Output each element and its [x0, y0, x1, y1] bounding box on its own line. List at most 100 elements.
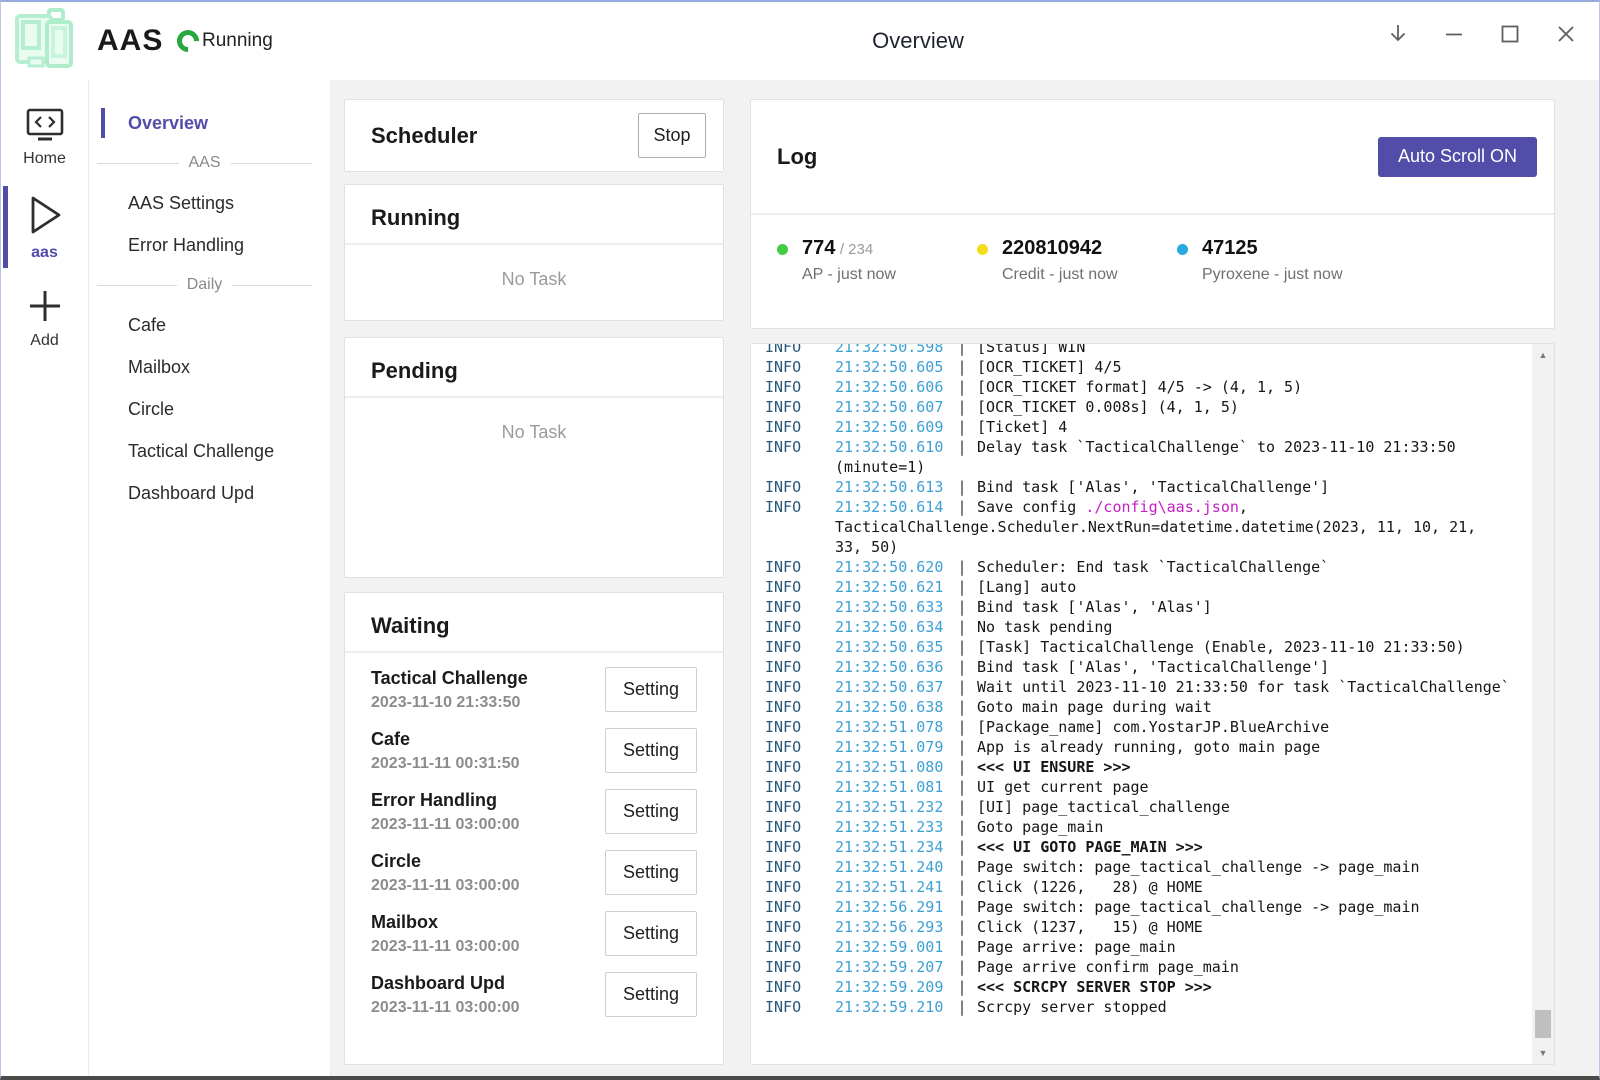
window-controls	[1379, 16, 1585, 52]
credit-dot-icon	[977, 244, 988, 255]
task-setting-button[interactable]: Setting	[605, 667, 697, 712]
log-line: INFO21:32:50.606|[OCR_TICKET format] 4/5…	[765, 377, 1554, 397]
waiting-task-row: Tactical Challenge2023-11-10 21:33:50Set…	[371, 659, 697, 720]
log-panel: Log Auto Scroll ON 774 / 234 AP - just n…	[750, 99, 1555, 329]
rail-item-label: aas	[31, 244, 58, 262]
log-line: INFO21:32:51.241|Click (1226, 28) @ HOME	[765, 877, 1554, 897]
task-setting-button[interactable]: Setting	[605, 850, 697, 895]
nav-item-aas-settings[interactable]: AAS Settings	[89, 182, 330, 224]
log-line-continuation: 33, 50)	[765, 537, 1554, 557]
log-line: INFO21:32:51.240|Page switch: page_tacti…	[765, 857, 1554, 877]
log-line: INFO21:32:50.609|[Ticket] 4	[765, 417, 1554, 437]
waiting-task-row: Circle2023-11-11 03:00:00Setting	[371, 842, 697, 903]
nav-item-dashboard-upd[interactable]: Dashboard Upd	[89, 472, 330, 514]
task-next-run: 2023-11-10 21:33:50	[371, 694, 528, 712]
log-line: INFO21:32:51.232|[UI] page_tactical_chal…	[765, 797, 1554, 817]
rail-item-add[interactable]: Add	[1, 276, 88, 364]
task-name: Dashboard Upd	[371, 973, 520, 994]
log-line-continuation: TacticalChallenge.Scheduler.NextRun=date…	[765, 517, 1554, 537]
task-name: Cafe	[371, 729, 520, 750]
task-next-run: 2023-11-11 03:00:00	[371, 938, 520, 956]
nav-section-daily: Daily	[89, 266, 330, 304]
log-line: INFO21:32:50.614|Save config ./config\aa…	[765, 497, 1554, 517]
nav-item-overview[interactable]: Overview	[89, 102, 330, 144]
log-line: INFO21:32:51.234|<<< UI GOTO PAGE_MAIN >…	[765, 837, 1554, 857]
scheduler-title: Scheduler	[371, 123, 477, 149]
nav-item-mailbox[interactable]: Mailbox	[89, 346, 330, 388]
scrollbar-thumb[interactable]	[1535, 1010, 1551, 1038]
task-setting-button[interactable]: Setting	[605, 972, 697, 1017]
scroll-down-icon[interactable]: ▼	[1532, 1042, 1554, 1064]
log-line: INFO21:32:50.598|[Status] WIN	[765, 343, 1554, 357]
nav-section-aas: AAS	[89, 144, 330, 182]
scheduler-panel: Scheduler Stop	[344, 99, 724, 172]
log-line: INFO21:32:51.080|<<< UI ENSURE >>>	[765, 757, 1554, 777]
stat-pyroxene: 47125 Pyroxene - just now	[1177, 237, 1377, 284]
log-line: INFO21:32:51.081|UI get current page	[765, 777, 1554, 797]
running-panel: Running No Task	[344, 184, 724, 321]
task-name: Circle	[371, 851, 520, 872]
waiting-task-list: Tactical Challenge2023-11-10 21:33:50Set…	[345, 653, 723, 1025]
log-line: INFO21:32:50.637|Wait until 2023-11-10 2…	[765, 677, 1554, 697]
running-spinner-icon	[172, 25, 203, 56]
resource-stats: 774 / 234 AP - just now 220810942 Credit…	[751, 215, 1554, 284]
play-icon	[23, 192, 67, 238]
scroll-up-icon[interactable]: ▲	[1532, 344, 1554, 366]
log-console[interactable]: INFO21:32:50.598|[Status] WININFO21:32:5…	[750, 343, 1555, 1065]
task-setting-button[interactable]: Setting	[605, 789, 697, 834]
log-line: INFO21:32:51.078|[Package_name] com.Yost…	[765, 717, 1554, 737]
log-line-continuation: (minute=1)	[765, 457, 1554, 477]
waiting-task-row: Cafe 2023-11-11 00:31:50 Setting	[371, 720, 697, 781]
log-line: INFO21:32:51.079|App is already running,…	[765, 737, 1554, 757]
log-line: INFO21:32:56.291|Page switch: page_tacti…	[765, 897, 1554, 917]
log-line: INFO21:32:50.613|Bind task ['Alas', 'Tac…	[765, 477, 1554, 497]
log-line: INFO21:32:50.634|No task pending	[765, 617, 1554, 637]
log-line: INFO21:32:50.605|[OCR_TICKET] 4/5	[765, 357, 1554, 377]
stat-ap: 774 / 234 AP - just now	[777, 237, 977, 284]
nav-item-error-handling[interactable]: Error Handling	[89, 224, 330, 266]
stop-button[interactable]: Stop	[638, 113, 706, 158]
log-line: INFO21:32:56.293|Click (1237, 15) @ HOME	[765, 917, 1554, 937]
task-next-run: 2023-11-11 03:00:00	[371, 816, 520, 834]
ap-dot-icon	[777, 244, 788, 255]
minimize-button[interactable]	[1435, 16, 1473, 52]
plus-icon	[25, 286, 65, 326]
waiting-task-row: Error Handling 2023-11-11 03:00:00 Setting	[371, 781, 697, 842]
titlebar: AAS Running Overview	[1, 2, 1599, 80]
download-icon[interactable]	[1379, 16, 1417, 52]
log-line: INFO21:32:50.620|Scheduler: End task `Ta…	[765, 557, 1554, 577]
close-button[interactable]	[1547, 16, 1585, 52]
maximize-button[interactable]	[1491, 16, 1529, 52]
waiting-task-row: Mailbox2023-11-11 03:00:00Setting	[371, 903, 697, 964]
log-line: INFO21:32:50.610|Delay task `TacticalCha…	[765, 437, 1554, 457]
nav-item-circle[interactable]: Circle	[89, 388, 330, 430]
rail-item-home[interactable]: Home	[1, 96, 88, 182]
stat-credit: 220810942 Credit - just now	[977, 237, 1177, 284]
task-setting-button[interactable]: Setting	[605, 911, 697, 956]
nav-item-cafe[interactable]: Cafe	[89, 304, 330, 346]
log-title: Log	[777, 144, 817, 170]
log-line: INFO21:32:50.633|Bind task ['Alas', 'Ala…	[765, 597, 1554, 617]
app-name: AAS	[97, 24, 163, 58]
auto-scroll-button[interactable]: Auto Scroll ON	[1378, 137, 1537, 177]
nav-item-tactical-challenge[interactable]: Tactical Challenge	[89, 430, 330, 472]
log-scrollbar[interactable]: ▲ ▼	[1532, 344, 1554, 1064]
waiting-task-row: Dashboard Upd 2023-11-11 03:00:00 Setting	[371, 964, 697, 1025]
rail-item-label: Add	[30, 332, 58, 350]
log-lines: INFO21:32:50.598|[Status] WININFO21:32:5…	[751, 343, 1554, 1017]
waiting-title: Waiting	[345, 593, 723, 651]
pending-empty-text: No Task	[345, 398, 723, 443]
log-line: INFO21:32:50.636|Bind task ['Alas', 'Tac…	[765, 657, 1554, 677]
pending-panel: Pending No Task	[344, 337, 724, 578]
pyroxene-dot-icon	[1177, 244, 1188, 255]
log-line: INFO21:32:50.638|Goto main page during w…	[765, 697, 1554, 717]
nav-list: OverviewAASAAS SettingsError HandlingDai…	[89, 80, 331, 1076]
task-next-run: 2023-11-11 00:31:50	[371, 755, 520, 773]
rail-item-aas[interactable]: aas	[1, 182, 88, 276]
running-title: Running	[345, 185, 723, 243]
main-content: Scheduler Stop Running No Task Pending N…	[331, 80, 1599, 1076]
log-line: INFO21:32:59.001|Page arrive: page_main	[765, 937, 1554, 957]
task-next-run: 2023-11-11 03:00:00	[371, 999, 520, 1017]
task-setting-button[interactable]: Setting	[605, 728, 697, 773]
task-name: Error Handling	[371, 790, 520, 811]
